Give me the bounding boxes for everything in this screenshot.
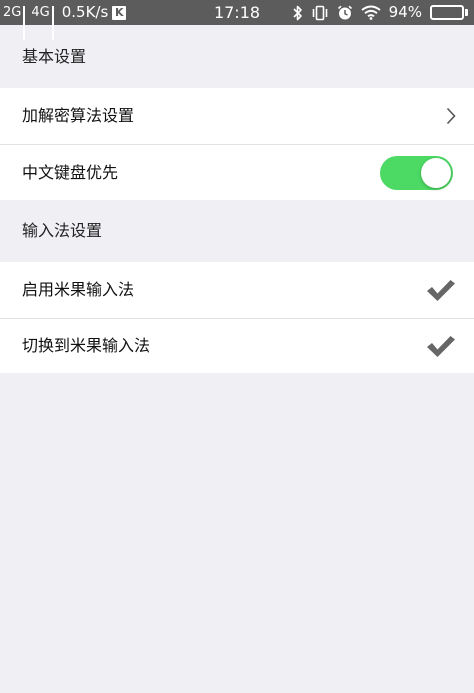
row-label: 切换到米果输入法 (22, 336, 151, 355)
chinese-keyboard-toggle[interactable] (380, 155, 453, 190)
row-label: 中文键盘优先 (22, 163, 119, 182)
row-switch-ime[interactable]: 切换到米果输入法 (0, 319, 474, 373)
toggle-knob (421, 157, 451, 188)
row-chinese-keyboard-first: 中文键盘优先 (0, 145, 474, 200)
section-title: 输入法设置 (22, 221, 103, 240)
battery-icon (430, 5, 468, 20)
row-label: 加解密算法设置 (22, 106, 135, 125)
row-enable-ime[interactable]: 启用米果输入法 (0, 262, 474, 318)
bluetooth-icon (293, 5, 302, 20)
battery-percent: 94% (388, 3, 422, 21)
row-encryption-settings[interactable]: 加解密算法设置 (0, 88, 474, 144)
alarm-icon (337, 5, 352, 19)
section-title: 基本设置 (22, 47, 87, 66)
vibrate-icon (312, 5, 327, 20)
chevron-right-icon (446, 107, 456, 125)
section-header-basic: 基本设置 (0, 25, 474, 88)
wifi-icon (361, 5, 381, 20)
checkmark-icon (427, 336, 455, 357)
status-bar: 2G 4G 0.5K/s K 17:18 94% (0, 0, 474, 40)
checkmark-icon (427, 280, 455, 301)
section-header-ime: 输入法设置 (0, 200, 474, 262)
row-label: 启用米果输入法 (22, 280, 135, 299)
status-right: 94% (293, 0, 468, 25)
